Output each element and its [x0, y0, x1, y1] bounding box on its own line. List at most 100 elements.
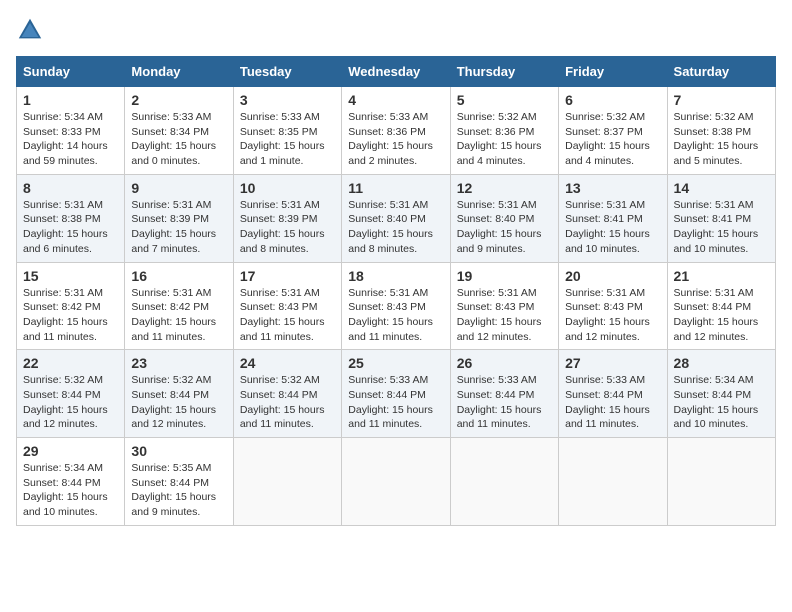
table-row: 17 Sunrise: 5:31 AM Sunset: 8:43 PM Dayl…: [233, 262, 341, 350]
table-row: 6 Sunrise: 5:32 AM Sunset: 8:37 PM Dayli…: [559, 87, 667, 175]
day-info: Sunrise: 5:33 AM Sunset: 8:34 PM Dayligh…: [131, 110, 226, 169]
table-row: 21 Sunrise: 5:31 AM Sunset: 8:44 PM Dayl…: [667, 262, 775, 350]
day-info: Sunrise: 5:31 AM Sunset: 8:39 PM Dayligh…: [131, 198, 226, 257]
table-row: 9 Sunrise: 5:31 AM Sunset: 8:39 PM Dayli…: [125, 174, 233, 262]
table-row: [233, 438, 341, 526]
day-number: 30: [131, 443, 226, 459]
day-info: Sunrise: 5:31 AM Sunset: 8:39 PM Dayligh…: [240, 198, 335, 257]
table-row: 2 Sunrise: 5:33 AM Sunset: 8:34 PM Dayli…: [125, 87, 233, 175]
table-row: 19 Sunrise: 5:31 AM Sunset: 8:43 PM Dayl…: [450, 262, 558, 350]
table-row: 13 Sunrise: 5:31 AM Sunset: 8:41 PM Dayl…: [559, 174, 667, 262]
day-number: 22: [23, 355, 118, 371]
table-row: 5 Sunrise: 5:32 AM Sunset: 8:36 PM Dayli…: [450, 87, 558, 175]
day-number: 23: [131, 355, 226, 371]
table-row: 29 Sunrise: 5:34 AM Sunset: 8:44 PM Dayl…: [17, 438, 125, 526]
table-row: 26 Sunrise: 5:33 AM Sunset: 8:44 PM Dayl…: [450, 350, 558, 438]
table-row: 8 Sunrise: 5:31 AM Sunset: 8:38 PM Dayli…: [17, 174, 125, 262]
day-info: Sunrise: 5:31 AM Sunset: 8:42 PM Dayligh…: [131, 286, 226, 345]
day-number: 4: [348, 92, 443, 108]
table-row: 15 Sunrise: 5:31 AM Sunset: 8:42 PM Dayl…: [17, 262, 125, 350]
day-number: 5: [457, 92, 552, 108]
day-number: 20: [565, 268, 660, 284]
day-number: 24: [240, 355, 335, 371]
day-number: 8: [23, 180, 118, 196]
calendar-table: Sunday Monday Tuesday Wednesday Thursday…: [16, 56, 776, 526]
table-row: 12 Sunrise: 5:31 AM Sunset: 8:40 PM Dayl…: [450, 174, 558, 262]
day-number: 25: [348, 355, 443, 371]
table-row: 28 Sunrise: 5:34 AM Sunset: 8:44 PM Dayl…: [667, 350, 775, 438]
day-info: Sunrise: 5:31 AM Sunset: 8:42 PM Dayligh…: [23, 286, 118, 345]
table-row: 11 Sunrise: 5:31 AM Sunset: 8:40 PM Dayl…: [342, 174, 450, 262]
table-row: [559, 438, 667, 526]
table-row: 16 Sunrise: 5:31 AM Sunset: 8:42 PM Dayl…: [125, 262, 233, 350]
day-info: Sunrise: 5:31 AM Sunset: 8:41 PM Dayligh…: [674, 198, 769, 257]
day-info: Sunrise: 5:31 AM Sunset: 8:38 PM Dayligh…: [23, 198, 118, 257]
day-number: 29: [23, 443, 118, 459]
day-number: 27: [565, 355, 660, 371]
table-row: 7 Sunrise: 5:32 AM Sunset: 8:38 PM Dayli…: [667, 87, 775, 175]
calendar-week-row: 8 Sunrise: 5:31 AM Sunset: 8:38 PM Dayli…: [17, 174, 776, 262]
table-row: 25 Sunrise: 5:33 AM Sunset: 8:44 PM Dayl…: [342, 350, 450, 438]
table-row: 18 Sunrise: 5:31 AM Sunset: 8:43 PM Dayl…: [342, 262, 450, 350]
day-info: Sunrise: 5:32 AM Sunset: 8:44 PM Dayligh…: [240, 373, 335, 432]
day-number: 10: [240, 180, 335, 196]
calendar-week-row: 29 Sunrise: 5:34 AM Sunset: 8:44 PM Dayl…: [17, 438, 776, 526]
table-row: 10 Sunrise: 5:31 AM Sunset: 8:39 PM Dayl…: [233, 174, 341, 262]
day-info: Sunrise: 5:33 AM Sunset: 8:36 PM Dayligh…: [348, 110, 443, 169]
day-number: 15: [23, 268, 118, 284]
table-row: [667, 438, 775, 526]
day-number: 11: [348, 180, 443, 196]
table-row: 22 Sunrise: 5:32 AM Sunset: 8:44 PM Dayl…: [17, 350, 125, 438]
day-info: Sunrise: 5:34 AM Sunset: 8:44 PM Dayligh…: [674, 373, 769, 432]
day-number: 18: [348, 268, 443, 284]
logo-icon: [16, 16, 44, 44]
day-info: Sunrise: 5:32 AM Sunset: 8:44 PM Dayligh…: [23, 373, 118, 432]
day-number: 12: [457, 180, 552, 196]
header-tuesday: Tuesday: [233, 57, 341, 87]
header-saturday: Saturday: [667, 57, 775, 87]
day-info: Sunrise: 5:31 AM Sunset: 8:43 PM Dayligh…: [565, 286, 660, 345]
day-number: 9: [131, 180, 226, 196]
day-number: 19: [457, 268, 552, 284]
header-wednesday: Wednesday: [342, 57, 450, 87]
table-row: 4 Sunrise: 5:33 AM Sunset: 8:36 PM Dayli…: [342, 87, 450, 175]
day-number: 6: [565, 92, 660, 108]
day-info: Sunrise: 5:33 AM Sunset: 8:44 PM Dayligh…: [457, 373, 552, 432]
calendar-week-row: 15 Sunrise: 5:31 AM Sunset: 8:42 PM Dayl…: [17, 262, 776, 350]
calendar-week-row: 22 Sunrise: 5:32 AM Sunset: 8:44 PM Dayl…: [17, 350, 776, 438]
table-row: 14 Sunrise: 5:31 AM Sunset: 8:41 PM Dayl…: [667, 174, 775, 262]
day-info: Sunrise: 5:32 AM Sunset: 8:37 PM Dayligh…: [565, 110, 660, 169]
table-row: 24 Sunrise: 5:32 AM Sunset: 8:44 PM Dayl…: [233, 350, 341, 438]
logo: [16, 16, 46, 44]
day-number: 14: [674, 180, 769, 196]
day-number: 13: [565, 180, 660, 196]
day-number: 28: [674, 355, 769, 371]
day-info: Sunrise: 5:34 AM Sunset: 8:33 PM Dayligh…: [23, 110, 118, 169]
calendar-header-row: Sunday Monday Tuesday Wednesday Thursday…: [17, 57, 776, 87]
day-info: Sunrise: 5:31 AM Sunset: 8:43 PM Dayligh…: [457, 286, 552, 345]
day-info: Sunrise: 5:32 AM Sunset: 8:44 PM Dayligh…: [131, 373, 226, 432]
header-sunday: Sunday: [17, 57, 125, 87]
day-info: Sunrise: 5:31 AM Sunset: 8:40 PM Dayligh…: [457, 198, 552, 257]
header-friday: Friday: [559, 57, 667, 87]
header-monday: Monday: [125, 57, 233, 87]
header: [16, 16, 776, 44]
day-number: 17: [240, 268, 335, 284]
day-number: 1: [23, 92, 118, 108]
table-row: 1 Sunrise: 5:34 AM Sunset: 8:33 PM Dayli…: [17, 87, 125, 175]
day-info: Sunrise: 5:32 AM Sunset: 8:36 PM Dayligh…: [457, 110, 552, 169]
header-thursday: Thursday: [450, 57, 558, 87]
day-number: 2: [131, 92, 226, 108]
day-info: Sunrise: 5:32 AM Sunset: 8:38 PM Dayligh…: [674, 110, 769, 169]
day-info: Sunrise: 5:31 AM Sunset: 8:44 PM Dayligh…: [674, 286, 769, 345]
calendar-week-row: 1 Sunrise: 5:34 AM Sunset: 8:33 PM Dayli…: [17, 87, 776, 175]
day-info: Sunrise: 5:33 AM Sunset: 8:44 PM Dayligh…: [348, 373, 443, 432]
table-row: [342, 438, 450, 526]
day-info: Sunrise: 5:31 AM Sunset: 8:43 PM Dayligh…: [240, 286, 335, 345]
table-row: 27 Sunrise: 5:33 AM Sunset: 8:44 PM Dayl…: [559, 350, 667, 438]
day-info: Sunrise: 5:31 AM Sunset: 8:40 PM Dayligh…: [348, 198, 443, 257]
table-row: 20 Sunrise: 5:31 AM Sunset: 8:43 PM Dayl…: [559, 262, 667, 350]
day-info: Sunrise: 5:33 AM Sunset: 8:35 PM Dayligh…: [240, 110, 335, 169]
table-row: [450, 438, 558, 526]
day-number: 7: [674, 92, 769, 108]
